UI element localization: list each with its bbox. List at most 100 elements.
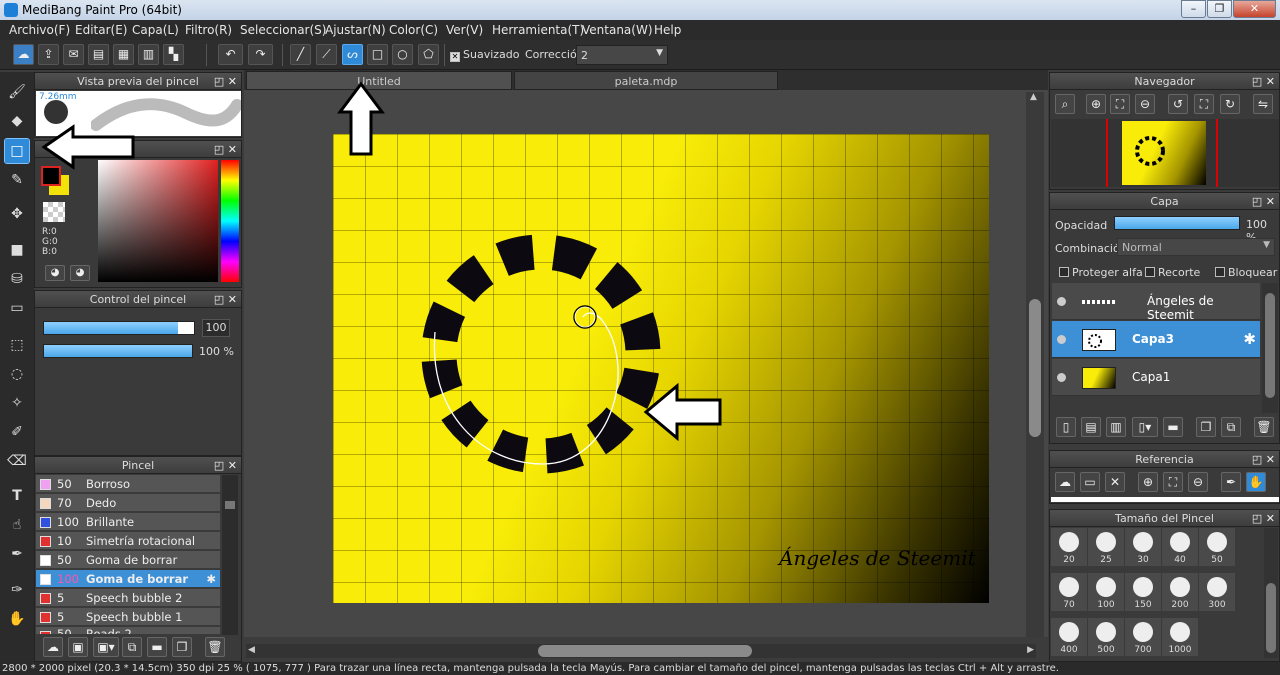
panel-buttons-icon[interactable]: ◰ ✕ — [1252, 451, 1275, 468]
brush-size-preset[interactable]: 150 — [1125, 573, 1161, 611]
visibility-icon[interactable] — [1057, 373, 1066, 382]
close-button[interactable]: ✕ — [1233, 0, 1276, 18]
layer-scrollbar[interactable] — [1262, 283, 1278, 413]
select-eraser-tool-icon[interactable]: ⌫ — [5, 449, 29, 473]
blend-mode-select[interactable]: Normal ▼ — [1117, 238, 1275, 256]
pen-tool-icon[interactable]: ✑ — [5, 578, 29, 602]
color-picker-square[interactable] — [98, 160, 218, 282]
operation-tool-icon[interactable]: ☝ — [5, 513, 29, 537]
panel-buttons-icon[interactable]: ◰ ✕ — [214, 141, 237, 158]
palette-icon[interactable]: ◕ — [45, 265, 65, 281]
comment-icon[interactable]: ▤ — [88, 44, 109, 65]
menu-seleccionar[interactable]: Seleccionar(S) — [240, 23, 326, 37]
gear-icon[interactable]: ✱ — [1243, 330, 1256, 348]
list-item[interactable]: 50 Roads 2 — [36, 627, 220, 635]
folder-icon[interactable]: ▬ — [147, 637, 167, 657]
scroll-thumb[interactable] — [225, 501, 235, 509]
new-layer-icon[interactable]: ▯ — [1056, 417, 1076, 437]
magic-wand-tool-icon[interactable]: ✧ — [5, 391, 29, 415]
layer-row[interactable]: Capa1 — [1052, 359, 1260, 396]
maximize-button[interactable]: ❐ — [1207, 0, 1232, 18]
document-canvas[interactable]: Ángeles de Steemit — [333, 134, 989, 603]
hand-tool-icon[interactable]: ✋ — [5, 607, 29, 631]
clipping-checkbox[interactable]: Recorte — [1145, 266, 1200, 279]
new-halftone-layer-icon[interactable]: ▤ — [1081, 417, 1101, 437]
brush-size-preset[interactable]: 500 — [1088, 618, 1124, 656]
brush-size-preset[interactable]: 70 — [1051, 573, 1087, 611]
eraser-tool-icon[interactable]: ◆ — [5, 109, 29, 133]
delete-layer-icon[interactable]: 🗑 — [1254, 417, 1274, 437]
brush-size-preset[interactable]: 1000 — [1162, 618, 1198, 656]
scroll-thumb[interactable] — [1029, 299, 1041, 437]
rotate-right-icon[interactable]: ↻ — [1220, 94, 1240, 114]
share-icon[interactable]: ⇪ — [38, 44, 59, 65]
lasso-tool-icon[interactable]: ◌ — [5, 362, 29, 386]
menu-filtro[interactable]: Filtro(R) — [185, 23, 232, 37]
layout-icon[interactable]: ▚ — [163, 44, 184, 65]
list-item[interactable]: 50Goma de borrar (suave) — [36, 551, 220, 585]
palette-add-icon[interactable]: ◕ — [70, 265, 90, 281]
zoom-in-icon[interactable]: ⊕ — [1086, 94, 1106, 114]
list-item[interactable]: 5 Speech bubble 1 — [36, 608, 220, 626]
undo-icon[interactable]: ↶ — [218, 44, 243, 65]
list-item-selected[interactable]: 100 Goma de borrar ✱ — [36, 570, 220, 588]
close-icon[interactable]: ✕ — [1105, 472, 1125, 492]
list-item[interactable]: 50 Borroso — [36, 475, 220, 493]
fullscreen-icon[interactable]: ⛶ — [1194, 94, 1214, 114]
zoom-out-icon[interactable]: ⊖ — [1188, 472, 1208, 492]
menu-archivo[interactable]: Archivo(F) — [9, 23, 70, 37]
layer-row[interactable]: Ángeles de Steemit — [1052, 283, 1260, 322]
brush-size-slider[interactable] — [43, 321, 195, 335]
select-pen-tool-icon[interactable]: ✐ — [5, 420, 29, 444]
gear-icon[interactable]: ✱ — [206, 570, 216, 588]
text-tool-icon[interactable]: T — [5, 484, 29, 508]
cloud-icon[interactable]: ☁ — [1055, 472, 1075, 492]
fit-icon[interactable]: ⛶ — [1163, 472, 1183, 492]
menu-help[interactable]: Help — [654, 23, 681, 37]
add-brush-icon[interactable]: ▣ — [68, 637, 88, 657]
slider-handle[interactable] — [178, 322, 194, 334]
new-folder-icon[interactable]: ▬ — [1163, 417, 1183, 437]
correction-select[interactable]: 2 ▼ — [576, 45, 668, 65]
brush-size-scrollbar[interactable] — [1264, 528, 1278, 658]
add-brush-menu-icon[interactable]: ▣▾ — [93, 637, 119, 657]
move-tool-icon[interactable]: ✥ — [5, 202, 29, 226]
brush-size-preset[interactable]: 300 — [1199, 573, 1235, 611]
smoothing-checkbox[interactable]: ✕ Suavizado — [450, 48, 520, 62]
polyline-icon[interactable]: ⟋ — [316, 44, 337, 65]
bucket-tool-icon[interactable]: ⛁ — [5, 267, 29, 291]
polygon-icon[interactable]: ⬠ — [418, 44, 439, 65]
minimize-button[interactable]: – — [1181, 0, 1206, 18]
transparent-swatch[interactable] — [43, 202, 65, 222]
menu-herramienta[interactable]: Herramienta(T) — [492, 23, 584, 37]
panel-buttons-icon[interactable]: ◰ ✕ — [214, 73, 237, 90]
hand-icon[interactable]: ✋ — [1246, 472, 1266, 492]
panel-buttons-icon[interactable]: ◰ ✕ — [214, 291, 237, 308]
brush-list-scrollbar[interactable] — [222, 475, 238, 635]
brush-tool-icon[interactable]: 🖌 — [5, 80, 29, 104]
grid-icon[interactable]: ▥ — [138, 44, 159, 65]
eyedropper-tool-icon[interactable]: ✒ — [5, 542, 29, 566]
page-icon[interactable]: ▦ — [113, 44, 134, 65]
ellipse-icon[interactable]: ○ — [392, 44, 413, 65]
copy-icon[interactable]: ⧉ — [122, 637, 142, 657]
layer-row-selected[interactable]: Capa3 ✱ — [1052, 321, 1260, 358]
hue-slider[interactable] — [221, 160, 239, 282]
duplicate-icon[interactable]: ❐ — [172, 637, 192, 657]
brush-size-preset[interactable]: 25 — [1088, 528, 1124, 566]
rectangle-icon[interactable]: □ — [367, 44, 388, 65]
vertical-scrollbar[interactable]: ▲ — [1026, 92, 1044, 637]
scroll-left-icon[interactable]: ◀ — [248, 645, 255, 655]
scroll-right-icon[interactable]: ▶ — [1027, 645, 1034, 655]
navigator-preview[interactable] — [1051, 119, 1279, 187]
brush-opacity-slider[interactable] — [43, 344, 193, 358]
open-file-icon[interactable]: ▭ — [1080, 472, 1100, 492]
list-item[interactable]: 10 Simetría rotacional — [36, 532, 220, 550]
scroll-thumb[interactable] — [1266, 583, 1276, 653]
brush-size-value[interactable]: 100 — [202, 319, 230, 337]
list-item[interactable]: 100 Brillante — [36, 513, 220, 531]
brush-size-preset[interactable]: 200 — [1162, 573, 1198, 611]
flip-icon[interactable]: ⇋ — [1253, 94, 1273, 114]
eyedropper-icon[interactable]: ✒ — [1221, 472, 1241, 492]
redo-icon[interactable]: ↷ — [248, 44, 273, 65]
